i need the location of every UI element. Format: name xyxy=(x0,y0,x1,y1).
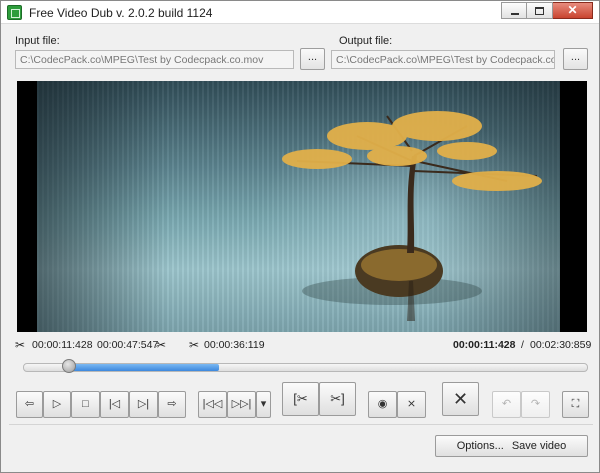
input-file-label: Input file: xyxy=(15,35,60,47)
output-file-field[interactable]: C:\CodecPack.co\MPEG\Test by Codecpack.c… xyxy=(331,50,555,69)
mark-end-button[interactable]: ✂] xyxy=(319,382,356,416)
undo-icon: ↶ xyxy=(501,398,512,410)
step-back-icon: |◁ xyxy=(108,398,121,410)
clear-selection-icon: ⨯ xyxy=(406,398,417,410)
play-button[interactable]: ▷ xyxy=(43,391,71,418)
scissors-start-icon: [✂ xyxy=(293,391,308,406)
current-time: 00:00:11:428 xyxy=(453,339,516,351)
minimize-icon xyxy=(511,13,519,15)
close-button[interactable]: ✕ xyxy=(553,2,593,19)
step-forward-icon: ▷| xyxy=(137,398,150,410)
arrow-left-icon: ⇦ xyxy=(24,398,35,410)
skip-end-icon: ▷▷| xyxy=(231,398,252,410)
navigation-dropdown-button[interactable]: ▾ xyxy=(256,391,271,418)
stop-button[interactable]: □ xyxy=(71,391,100,418)
video-preview[interactable] xyxy=(17,81,587,332)
go-end-button[interactable]: ▷▷| xyxy=(227,391,256,418)
stop-icon: □ xyxy=(82,398,89,410)
redo-button[interactable]: ↷ xyxy=(521,391,550,418)
play-icon: ▷ xyxy=(52,398,62,410)
window-controls: ✕ xyxy=(501,2,593,19)
options-label: Options... xyxy=(456,440,504,452)
clear-selection-button[interactable]: ⨯ xyxy=(397,391,426,418)
go-start-button[interactable]: |◁◁ xyxy=(198,391,227,418)
fullscreen-button[interactable]: ⛶ xyxy=(562,391,589,418)
maximize-button[interactable] xyxy=(527,2,553,19)
minimize-button[interactable] xyxy=(501,2,527,19)
save-video-button[interactable]: Options... Save video xyxy=(435,435,588,457)
selection-start-time: 00:00:11:428 xyxy=(32,339,93,351)
next-keyframe-button[interactable]: ▷| xyxy=(129,391,158,418)
title-bar: Free Video Dub v. 2.0.2 build 1124 ✕ xyxy=(1,1,599,24)
close-icon: ✕ xyxy=(567,3,578,17)
video-frame xyxy=(37,81,560,332)
next-frame-button[interactable]: ⇨ xyxy=(158,391,186,418)
window-title: Free Video Dub v. 2.0.2 build 1124 xyxy=(29,6,213,20)
selection-length-scissors-icon: ✂ xyxy=(189,338,200,352)
selection-length-time: 00:00:36:119 xyxy=(204,339,265,351)
chevron-down-icon: ▾ xyxy=(260,398,267,410)
skip-start-icon: |◁◁ xyxy=(202,398,223,410)
output-browse-button[interactable]: ... xyxy=(563,48,588,70)
fullscreen-icon: ⛶ xyxy=(571,398,580,410)
selection-start-scissors-icon: ✂ xyxy=(15,338,26,352)
total-time: 00:02:30:859 xyxy=(530,339,592,351)
undo-button[interactable]: ↶ xyxy=(492,391,521,418)
prev-keyframe-button[interactable]: |◁ xyxy=(100,391,129,418)
redo-icon: ↷ xyxy=(530,398,541,410)
main-window: Free Video Dub v. 2.0.2 build 1124 ✕ Inp… xyxy=(0,0,600,473)
arrow-right-icon: ⇨ xyxy=(167,398,177,410)
selection-end-scissors-icon: ✂ xyxy=(156,338,167,352)
preview-selection-button[interactable]: ◉ xyxy=(368,391,397,418)
eye-icon: ◉ xyxy=(377,398,388,410)
footer-separator xyxy=(9,424,593,425)
selection-end-time: 00:00:47:547 xyxy=(97,339,159,351)
x-icon: ✕ xyxy=(452,389,469,409)
delete-selection-button[interactable]: ✕ xyxy=(442,382,479,416)
app-icon xyxy=(7,5,22,20)
input-browse-button[interactable]: ... xyxy=(300,48,325,70)
slider-thumb[interactable] xyxy=(62,359,76,373)
save-video-label: Save video xyxy=(511,440,567,452)
mark-start-button[interactable]: [✂ xyxy=(282,382,319,416)
maximize-icon xyxy=(535,7,544,15)
time-separator: / xyxy=(521,339,524,351)
tree-image xyxy=(282,111,542,321)
input-file-field[interactable]: C:\CodecPack.co\MPEG\Test by Codecpack.c… xyxy=(15,50,294,69)
scissors-end-icon: ✂] xyxy=(330,391,345,406)
prev-frame-button[interactable]: ⇦ xyxy=(16,391,43,418)
output-file-label: Output file: xyxy=(339,35,393,47)
selection-range xyxy=(67,364,219,371)
